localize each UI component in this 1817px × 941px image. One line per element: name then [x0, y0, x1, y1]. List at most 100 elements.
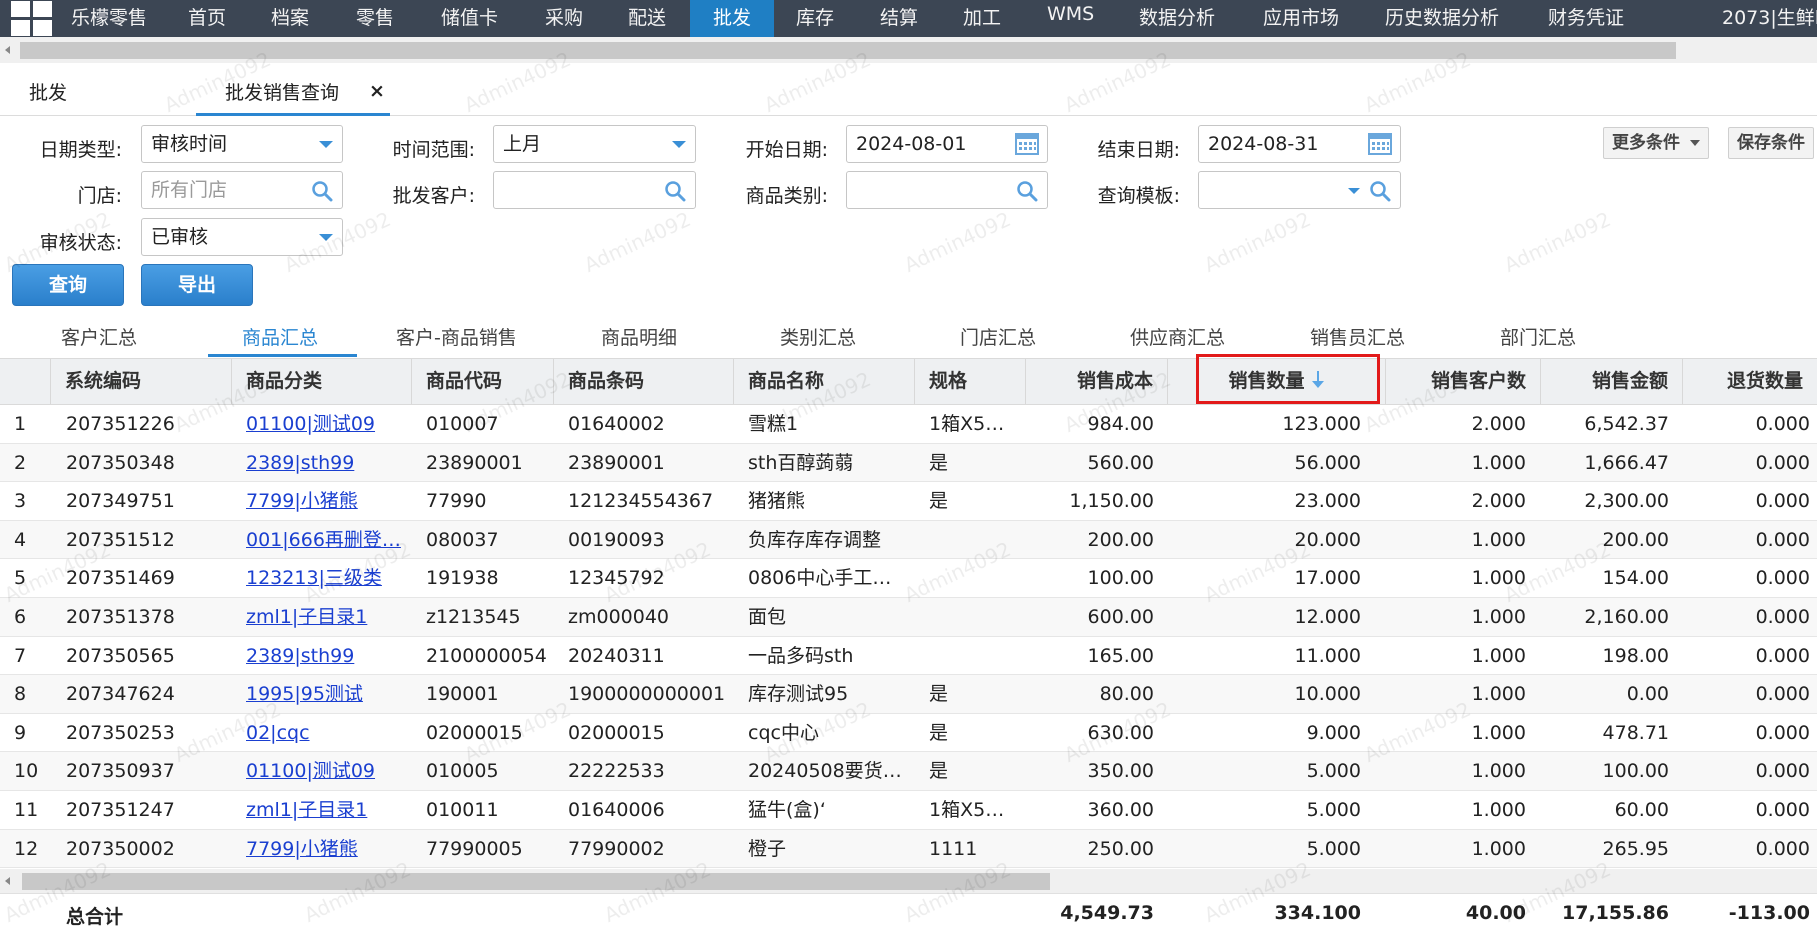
- category-link[interactable]: 01100|测试09: [246, 413, 375, 435]
- nav-brand[interactable]: 乐檬零售: [71, 0, 147, 37]
- top-scrollbar[interactable]: [0, 37, 1817, 63]
- category-link[interactable]: zml1|子目录1: [246, 606, 367, 628]
- cell-category-link[interactable]: 01100|测试09: [246, 752, 406, 790]
- chevron-down-icon[interactable]: [1348, 188, 1360, 194]
- query-button[interactable]: 查询: [12, 264, 124, 306]
- header-product-name[interactable]: 商品名称: [733, 359, 914, 404]
- subtab-category-summary[interactable]: 类别汇总: [780, 323, 856, 350]
- audit-status-select[interactable]: 已审核: [141, 218, 343, 256]
- category-link[interactable]: 001|666再删登…: [246, 529, 401, 551]
- category-link[interactable]: 2389|sth99: [246, 645, 354, 667]
- cell-category-link[interactable]: 1995|95测试: [246, 675, 406, 713]
- tab-close-icon[interactable]: ×: [369, 80, 385, 102]
- subtab-customer-summary[interactable]: 客户汇总: [61, 323, 137, 350]
- category-link[interactable]: 1995|95测试: [246, 683, 363, 705]
- scrollbar-thumb[interactable]: [20, 42, 1676, 59]
- grid-logo-icon[interactable]: [11, 1, 53, 36]
- tab-wholesale[interactable]: 批发: [29, 78, 67, 105]
- header-return-qty[interactable]: 退货数量: [1682, 359, 1817, 404]
- cell-category-link[interactable]: 2389|sth99: [246, 637, 406, 675]
- header-product-code[interactable]: 商品代码: [411, 359, 553, 404]
- cell-category-link[interactable]: 7799|小猪熊: [246, 482, 406, 520]
- bottom-scrollbar[interactable]: [0, 869, 1817, 893]
- calendar-icon[interactable]: [1015, 133, 1039, 155]
- date-type-select[interactable]: 审核时间: [141, 125, 343, 163]
- nav-item-archive[interactable]: 档案: [271, 0, 309, 37]
- category-link[interactable]: zml1|子目录1: [246, 799, 367, 821]
- calendar-icon[interactable]: [1368, 133, 1392, 155]
- table-row[interactable]: 3 207349751 7799|小猪熊 77990 121234554367 猪猪熊 是 1…: [0, 482, 1817, 521]
- end-date-input[interactable]: 2024-08-31: [1198, 125, 1401, 163]
- table-row[interactable]: 9 207350253 02|cqc 02000015 02000015 cqc中心 是 63…: [0, 714, 1817, 753]
- category-link[interactable]: 01100|测试09: [246, 760, 375, 782]
- table-row[interactable]: 7 207350565 2389|sth99 2100000054 20240311 一品…: [0, 637, 1817, 676]
- table-row[interactable]: 1 207351226 01100|测试09 010007 01640002 雪糕1 1箱X…: [0, 405, 1817, 444]
- category-input[interactable]: [846, 171, 1048, 209]
- subtab-store-summary[interactable]: 门店汇总: [960, 323, 1036, 350]
- category-link[interactable]: 7799|小猪熊: [246, 838, 358, 860]
- scroll-left-arrow-icon[interactable]: [5, 877, 10, 885]
- header-category[interactable]: 商品分类: [231, 359, 411, 404]
- cell-category-link[interactable]: 7799|小猪熊: [246, 830, 406, 868]
- customer-input[interactable]: [493, 171, 696, 209]
- header-customer-count[interactable]: 销售客户数: [1385, 359, 1540, 404]
- search-icon[interactable]: [1016, 180, 1038, 202]
- table-row[interactable]: 2 207350348 2389|sth99 23890001 23890001 sth百…: [0, 443, 1817, 483]
- category-link[interactable]: 123213|三级类: [246, 567, 382, 589]
- subtab-supplier-summary[interactable]: 供应商汇总: [1130, 323, 1225, 350]
- header-sales-cost[interactable]: 销售成本: [1025, 359, 1167, 404]
- nav-item-delivery[interactable]: 配送: [628, 0, 666, 37]
- nav-item-wms[interactable]: WMS: [1047, 0, 1094, 33]
- category-link[interactable]: 2389|sth99: [246, 452, 354, 474]
- nav-item-history-analysis[interactable]: 历史数据分析: [1385, 0, 1499, 37]
- start-date-input[interactable]: 2024-08-01: [846, 125, 1048, 163]
- search-icon[interactable]: [311, 180, 333, 202]
- table-row[interactable]: 4 207351512 001|666再删登… 080037 00190093 负库存库存…: [0, 520, 1817, 560]
- nav-item-data-analysis[interactable]: 数据分析: [1139, 0, 1215, 37]
- table-row[interactable]: 6 207351378 zml1|子目录1 z1213545 zm000040 面包 600…: [0, 598, 1817, 637]
- nav-item-home[interactable]: 首页: [188, 0, 226, 37]
- nav-item-wholesale[interactable]: 批发: [690, 0, 774, 37]
- category-link[interactable]: 7799|小猪熊: [246, 490, 358, 512]
- cell-category-link[interactable]: zml1|子目录1: [246, 598, 406, 636]
- subtab-product-detail[interactable]: 商品明细: [601, 323, 677, 350]
- cell-category-link[interactable]: 123213|三级类: [246, 559, 406, 597]
- search-icon[interactable]: [664, 180, 686, 202]
- header-spec[interactable]: 规格: [914, 359, 1025, 404]
- template-select[interactable]: [1198, 171, 1401, 209]
- subtab-customer-product-sales[interactable]: 客户-商品销售: [396, 323, 517, 350]
- nav-item-stored-value[interactable]: 储值卡: [441, 0, 498, 37]
- cell-category-link[interactable]: 02|cqc: [246, 714, 406, 752]
- nav-item-app-market[interactable]: 应用市场: [1263, 0, 1339, 37]
- export-button[interactable]: 导出: [141, 264, 253, 306]
- subtab-product-summary[interactable]: 商品汇总: [242, 323, 318, 350]
- table-row[interactable]: 8 207347624 1995|95测试 190001 1900000000001 库存…: [0, 675, 1817, 714]
- user-store-label[interactable]: 2073|生鲜l: [1722, 0, 1817, 37]
- header-barcode[interactable]: 商品条码: [553, 359, 733, 404]
- time-range-select[interactable]: 上月: [493, 125, 696, 163]
- cell-category-link[interactable]: 2389|sth99: [246, 444, 406, 482]
- cell-category-link[interactable]: 001|666再删登…: [246, 521, 406, 559]
- nav-item-processing[interactable]: 加工: [963, 0, 1001, 37]
- cell-category-link[interactable]: 01100|测试09: [246, 405, 406, 443]
- nav-item-settlement[interactable]: 结算: [880, 0, 918, 37]
- table-row[interactable]: 10 207350937 01100|测试09 010005 22222533 20240…: [0, 752, 1817, 791]
- save-conditions-button[interactable]: 保存条件: [1728, 127, 1814, 159]
- category-link[interactable]: 02|cqc: [246, 722, 310, 744]
- table-row[interactable]: 5 207351469 123213|三级类 191938 12345792 0806中心…: [0, 559, 1817, 598]
- tab-wholesale-sales-query[interactable]: 批发销售查询: [225, 78, 339, 105]
- nav-item-purchase[interactable]: 采购: [545, 0, 583, 37]
- scroll-left-arrow-icon[interactable]: [5, 46, 10, 54]
- subtab-salesperson-summary[interactable]: 销售员汇总: [1310, 323, 1405, 350]
- store-input[interactable]: 所有门店: [141, 171, 343, 209]
- scrollbar-thumb[interactable]: [22, 873, 1050, 890]
- subtab-department-summary[interactable]: 部门汇总: [1500, 323, 1576, 350]
- nav-item-retail[interactable]: 零售: [356, 0, 394, 37]
- search-icon[interactable]: [1369, 180, 1391, 202]
- table-row[interactable]: 12 207350002 7799|小猪熊 77990005 77990002 橙子 111…: [0, 829, 1817, 869]
- header-sales-amount[interactable]: 销售金额: [1540, 359, 1682, 404]
- more-conditions-button[interactable]: 更多条件: [1603, 127, 1709, 159]
- nav-item-inventory[interactable]: 库存: [796, 0, 834, 37]
- nav-item-finance-voucher[interactable]: 财务凭证: [1548, 0, 1624, 37]
- table-row[interactable]: 11 207351247 zml1|子目录1 010011 01640006 猛牛(盒)‘…: [0, 791, 1817, 830]
